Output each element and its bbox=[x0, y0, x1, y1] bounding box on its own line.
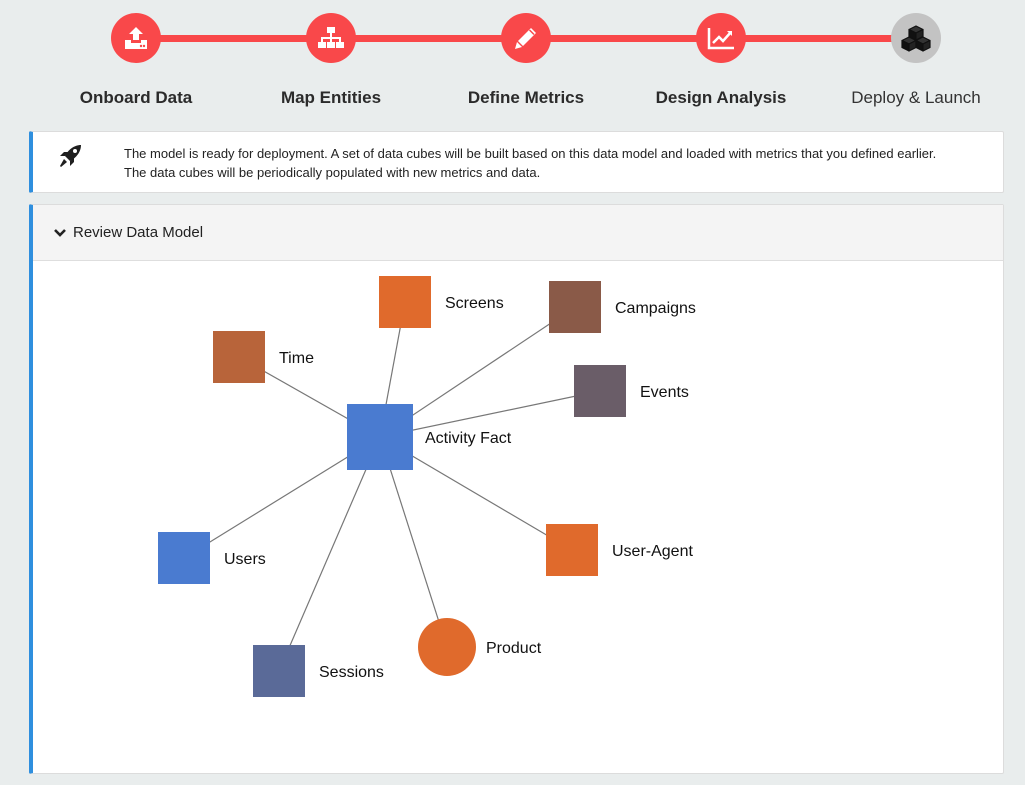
dimension-product-label: Product bbox=[486, 640, 542, 657]
sitemap-icon bbox=[318, 27, 344, 48]
dimension-sessions-label: Sessions bbox=[319, 664, 384, 681]
upload-icon bbox=[125, 27, 147, 49]
dimension-product-shape[interactable] bbox=[418, 618, 476, 676]
review-data-model-panel: Review Data Model bbox=[29, 204, 1004, 774]
step-define-metrics-button[interactable] bbox=[501, 13, 551, 63]
dimension-campaigns-shape[interactable] bbox=[549, 281, 601, 333]
dimension-users-label: Users bbox=[224, 551, 266, 568]
step-deploy-launch-label[interactable]: Deploy & Launch bbox=[816, 88, 1016, 108]
fact-activity-fact-label: Activity Fact bbox=[425, 430, 512, 447]
step-design-analysis-button[interactable] bbox=[696, 13, 746, 63]
step-map-entities-label[interactable]: Map Entities bbox=[231, 88, 431, 108]
deployment-info-box: The model is ready for deployment. A set… bbox=[29, 131, 1004, 193]
dimension-time-shape[interactable] bbox=[213, 331, 265, 383]
review-data-model-title: Review Data Model bbox=[73, 224, 204, 241]
deployment-info-text: The model is ready for deployment. A set… bbox=[124, 146, 937, 180]
dimension-events-label: Events bbox=[640, 384, 689, 401]
dimension-screens-label: Screens bbox=[445, 295, 504, 312]
step-onboard-data-button[interactable] bbox=[111, 13, 161, 63]
dimension-campaigns-label: Campaigns bbox=[615, 300, 696, 317]
dimension-screens-shape[interactable] bbox=[379, 276, 431, 328]
step-map-entities-button[interactable] bbox=[306, 13, 356, 63]
dimension-user-agent-shape[interactable] bbox=[546, 524, 598, 576]
rocket-icon bbox=[60, 145, 81, 167]
dimension-users-shape[interactable] bbox=[158, 532, 210, 584]
wizard-progress: Onboard Data Map Entities Define Metrics… bbox=[0, 0, 1025, 120]
step-design-analysis-label[interactable]: Design Analysis bbox=[621, 88, 821, 108]
line-chart-icon bbox=[707, 28, 734, 50]
step-deploy-launch-button[interactable] bbox=[891, 13, 941, 63]
pencil-icon bbox=[515, 28, 536, 49]
fact-activity-fact-shape[interactable] bbox=[347, 404, 413, 470]
review-data-model-toggle[interactable]: Review Data Model bbox=[33, 205, 1003, 261]
chevron-down-icon bbox=[54, 228, 66, 237]
dimension-events-shape[interactable] bbox=[574, 365, 626, 417]
step-define-metrics-label[interactable]: Define Metrics bbox=[426, 88, 626, 108]
dimension-sessions-shape[interactable] bbox=[253, 645, 305, 697]
step-onboard-data-label[interactable]: Onboard Data bbox=[36, 88, 236, 108]
dimension-user-agent-label: User-Agent bbox=[612, 543, 693, 560]
cubes-icon bbox=[901, 25, 931, 52]
dimension-time-label: Time bbox=[279, 350, 314, 367]
